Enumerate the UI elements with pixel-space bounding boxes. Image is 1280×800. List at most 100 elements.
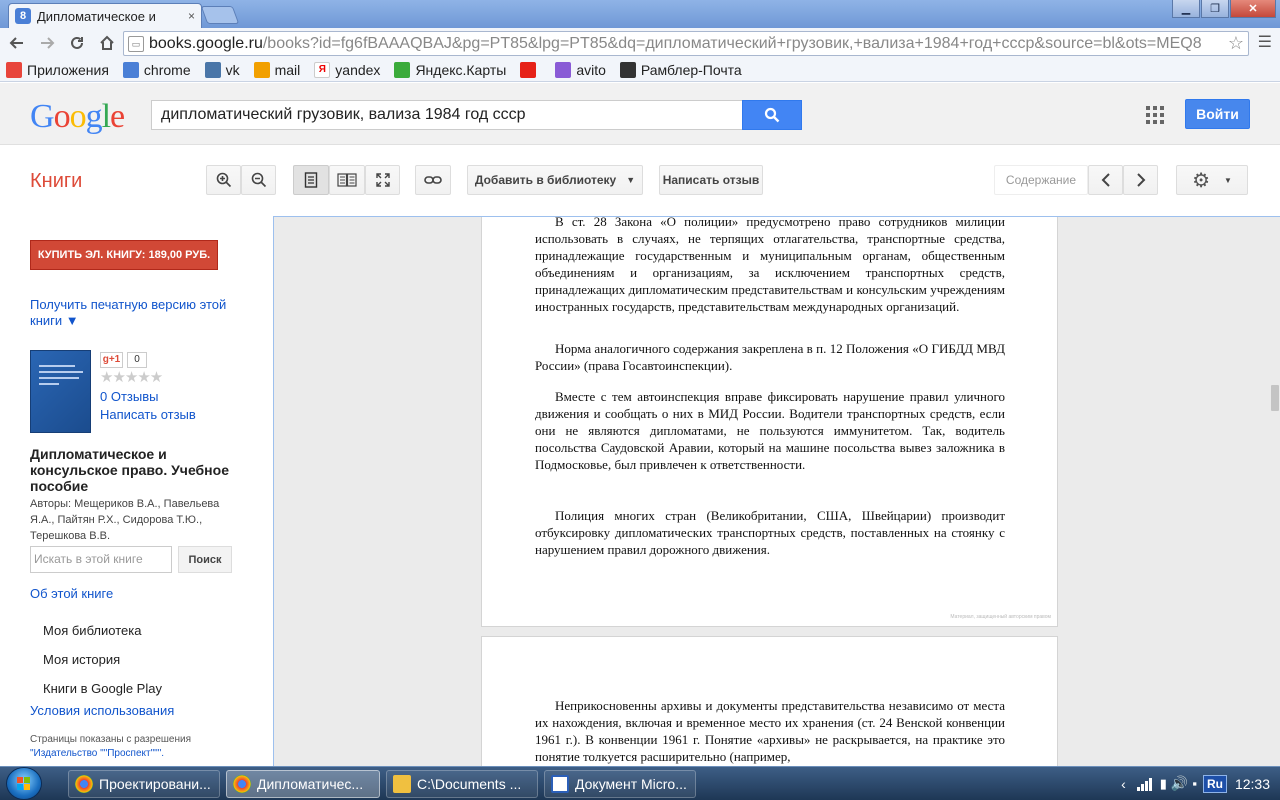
forward-button[interactable] <box>34 30 60 56</box>
chevron-right-icon <box>1136 173 1145 187</box>
back-arrow-icon <box>9 37 23 49</box>
home-button[interactable] <box>94 30 120 56</box>
write-review-button[interactable]: Написать отзыв <box>659 165 763 195</box>
document-icon <box>551 775 569 793</box>
taskbar-item-chrome-2[interactable]: Дипломатичес... <box>226 770 380 798</box>
search-in-book-button[interactable]: Поиск <box>178 546 232 573</box>
prev-page-button[interactable] <box>1088 165 1123 195</box>
publisher-link[interactable]: "Издательство ""Проспект""". <box>30 748 164 759</box>
my-history-link[interactable]: Моя история <box>43 652 120 667</box>
book-reader[interactable]: В ст. 28 Закона «О полиции» предусмотрен… <box>273 216 1280 766</box>
terms-link[interactable]: Условия использования <box>30 703 174 718</box>
reviews-link[interactable]: 0 Отзывы <box>100 389 158 404</box>
tab-title: Дипломатическое и <box>37 8 156 24</box>
language-indicator[interactable]: Ru <box>1202 774 1227 793</box>
google-logo[interactable]: Google <box>30 98 125 136</box>
google-icon <box>122 61 139 78</box>
tab-close-icon[interactable]: × <box>188 9 195 23</box>
link-button[interactable] <box>415 165 451 195</box>
address-bar[interactable]: ▭ books.google.ru /books?id=fg6fBAAAQBAJ… <box>123 31 1249 56</box>
bookmark-label: Яндекс.Карты <box>415 61 507 78</box>
write-review-link[interactable]: Написать отзыв <box>100 407 196 422</box>
reader-scrollbar[interactable] <box>1270 217 1280 766</box>
window-titlebar: 8 Дипломатическое и × ▁ ❐ ✕ <box>0 0 1280 28</box>
bookmark-label: Приложения <box>27 61 109 78</box>
windows-taskbar: Проектировани... Дипломатичес... C:\Docu… <box>0 766 1280 800</box>
bookmark-item[interactable]: vk <box>204 61 240 78</box>
fullscreen-button[interactable] <box>365 165 400 195</box>
start-button[interactable] <box>6 767 42 800</box>
apps-icon <box>6 61 22 78</box>
bookmark-item[interactable]: Яyandex <box>314 61 380 78</box>
zoom-in-button[interactable] <box>206 165 241 195</box>
search-in-book-input[interactable]: Искать в этой книге <box>30 546 172 573</box>
bookmark-star-icon[interactable]: ☆ <box>1228 33 1244 54</box>
network-icon[interactable]: ▮ <box>1160 776 1167 792</box>
single-page-icon <box>304 172 318 188</box>
bookmark-label: mail <box>274 61 301 78</box>
taskbar-item-chrome-1[interactable]: Проектировани... <box>68 770 220 798</box>
add-to-library-button[interactable]: Добавить в библиотеку ▼ <box>467 165 643 195</box>
home-icon <box>100 35 114 50</box>
flag-icon[interactable]: ▪ <box>1192 776 1197 791</box>
bookmarks-bar: Приложения chrome vk mail Яyandex Яндекс.Карт… <box>0 58 1280 82</box>
restore-button[interactable]: ❐ <box>1201 0 1229 18</box>
book-sidebar: КУПИТЬ ЭЛ. КНИГУ: 189,00 РУБ. Получить п… <box>0 216 273 766</box>
google-apps-icon[interactable] <box>1146 106 1164 124</box>
taskbar-item-word[interactable]: Документ Micro... <box>544 770 696 798</box>
minimize-button[interactable]: ▁ <box>1172 0 1200 18</box>
browser-tab-active[interactable]: 8 Дипломатическое и × <box>8 3 202 28</box>
back-button[interactable] <box>4 30 30 56</box>
books-toolbar: Книги Добавить в библиотеку ▼ Написать о… <box>0 146 1280 216</box>
gplus-button[interactable]: g+1 <box>100 352 123 368</box>
chrome-menu-icon[interactable]: ☰ <box>1258 32 1272 54</box>
bookmark-label: vk <box>225 61 240 78</box>
buy-ebook-button[interactable]: КУПИТЬ ЭЛ. КНИГУ: 189,00 РУБ. <box>30 240 218 270</box>
bookmark-item[interactable]: mail <box>253 61 301 78</box>
url-path: /books?id=fg6fBAAAQBAJ&pg=PT85&lpg=PT85&… <box>262 34 1202 52</box>
mail-icon <box>253 61 270 78</box>
google-play-books-link[interactable]: Книги в Google Play <box>43 681 162 696</box>
about-book-link[interactable]: Об этой книге <box>30 586 113 601</box>
clock[interactable]: 12:33 <box>1235 776 1270 792</box>
bookmark-label: avito <box>576 61 606 78</box>
new-tab-button[interactable] <box>200 6 240 24</box>
scrollbar-thumb[interactable] <box>1271 385 1279 411</box>
bookmark-item[interactable]: Яндекс.Карты <box>394 61 507 78</box>
next-page-button[interactable] <box>1123 165 1158 195</box>
volume-icon[interactable]: 🔊 <box>1171 775 1188 792</box>
page-info-icon[interactable]: ▭ <box>128 35 144 52</box>
chevron-down-icon: ▼ <box>1224 175 1232 185</box>
book-title: Дипломатическое и консульское право. Уче… <box>30 446 229 494</box>
print-version-link[interactable]: Получить печатную версию этой книги ▼ <box>30 297 240 329</box>
google-search-input[interactable]: дипломатический грузовик, вализа 1984 го… <box>151 100 743 130</box>
my-library-link[interactable]: Моя библиотека <box>43 623 141 638</box>
single-page-view-button[interactable] <box>293 165 329 195</box>
book-page: В ст. 28 Закона «О полиции» предусмотрен… <box>481 217 1058 627</box>
bookmark-item[interactable]: avito <box>555 61 606 78</box>
bookmark-item[interactable]: Рамблер-Почта <box>619 61 742 78</box>
link-icon <box>424 176 442 184</box>
zoom-out-button[interactable] <box>241 165 276 195</box>
vk-icon <box>204 61 221 78</box>
taskbar-item-label: C:\Documents ... <box>417 776 522 792</box>
forward-arrow-icon <box>41 37 55 49</box>
copyright-watermark: Материал, защищенный авторским правом <box>950 614 1051 620</box>
permission-note: Страницы показаны с разрешения "Издатель… <box>30 733 240 761</box>
settings-button[interactable]: ⚙ ▼ <box>1176 165 1248 195</box>
contents-button[interactable]: Содержание <box>994 165 1088 195</box>
bookmark-item[interactable]: chrome <box>122 61 191 78</box>
books-title[interactable]: Книги <box>30 170 82 193</box>
close-window-button[interactable]: ✕ <box>1230 0 1276 18</box>
two-page-view-button[interactable] <box>329 165 365 195</box>
taskbar-item-explorer[interactable]: C:\Documents ... <box>386 770 538 798</box>
signin-button[interactable]: Войти <box>1185 99 1250 129</box>
bookmark-item[interactable] <box>520 61 541 78</box>
fullscreen-icon <box>375 173 390 187</box>
tray-expand-icon[interactable]: ‹ <box>1121 776 1126 792</box>
search-button[interactable] <box>742 100 802 130</box>
book-cover[interactable] <box>30 350 91 433</box>
reload-button[interactable] <box>64 30 90 56</box>
bookmark-item[interactable]: Приложения <box>6 61 109 78</box>
page-paragraph: Вместе с тем автоинспекция вправе фиксир… <box>535 389 1005 472</box>
